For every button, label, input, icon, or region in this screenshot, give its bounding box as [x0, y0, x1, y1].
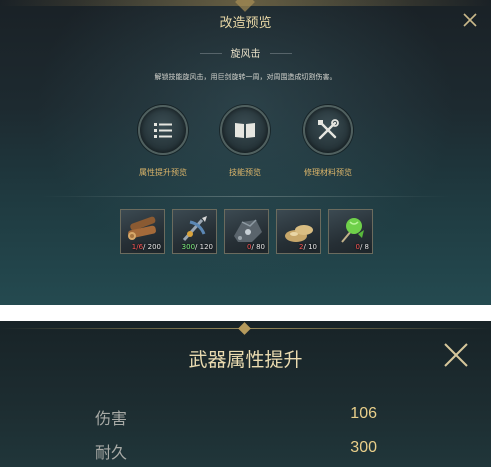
book-icon [235, 123, 255, 138]
material-slot-ore[interactable]: 0/ 80 [224, 209, 269, 254]
material-count: 2/ 10 [299, 243, 317, 251]
upgrade-preview-panel: 改造预览 旋风击 解锁技能旋风击，用巨剑旋转一周，对周围造成切割伤害。 属性提升… [0, 0, 491, 305]
material-count: 0/ 8 [355, 243, 369, 251]
stat-name: 耐久 [95, 443, 128, 462]
popup-title: 改造预览 [219, 16, 272, 31]
close-icon [444, 343, 468, 367]
repair-material-preview-button[interactable]: 修理材料预览 [268, 105, 388, 178]
tools-icon [318, 119, 339, 140]
material-need: / 120 [195, 243, 213, 251]
material-slot-wood[interactable]: 1/6/ 200 [120, 209, 165, 254]
material-count: 1/6/ 200 [132, 243, 161, 251]
material-have: 1/6 [131, 243, 144, 251]
stat-value: 106 [350, 405, 377, 422]
material-slot-crossbow[interactable]: 300/ 120 [172, 209, 217, 254]
skill-header: 旋风击 [0, 44, 491, 62]
material-need: / 10 [303, 243, 318, 251]
material-slot-stones[interactable]: 2/ 10 [276, 209, 321, 254]
skill-preview-circle [220, 105, 270, 155]
attribute-panel-title: 武器属性提升 [188, 349, 303, 371]
stat-row-durability: 耐久 300 [95, 439, 405, 463]
close-icon [463, 13, 477, 27]
list-icon [154, 123, 172, 138]
material-count: 0/ 80 [247, 243, 265, 251]
section-divider [40, 196, 451, 197]
material-need: / 80 [251, 243, 266, 251]
stat-row-damage: 伤害 106 [95, 405, 405, 429]
weapon-attribute-panel: 武器属性提升 伤害 106 耐久 300 [0, 321, 491, 467]
repair-material-preview-circle [303, 105, 353, 155]
divider-right [270, 53, 292, 54]
close-button[interactable] [440, 339, 472, 371]
stat-value: 300 [350, 439, 377, 456]
material-need: / 200 [143, 243, 161, 251]
material-have: 300 [181, 243, 196, 251]
skill-name: 旋风击 [230, 49, 261, 60]
material-count: 300/ 120 [182, 243, 213, 251]
repair-material-preview-label: 修理材料预览 [304, 168, 352, 177]
material-slot-herb[interactable]: 0/ 8 [328, 209, 373, 254]
top-ornament [238, 322, 251, 335]
skill-description: 解锁技能旋风击，用巨剑旋转一周，对周围造成切割伤害。 [154, 73, 337, 81]
material-need: / 8 [359, 243, 369, 251]
close-button[interactable] [460, 10, 480, 30]
attribute-preview-circle [138, 105, 188, 155]
stat-name: 伤害 [95, 409, 128, 428]
